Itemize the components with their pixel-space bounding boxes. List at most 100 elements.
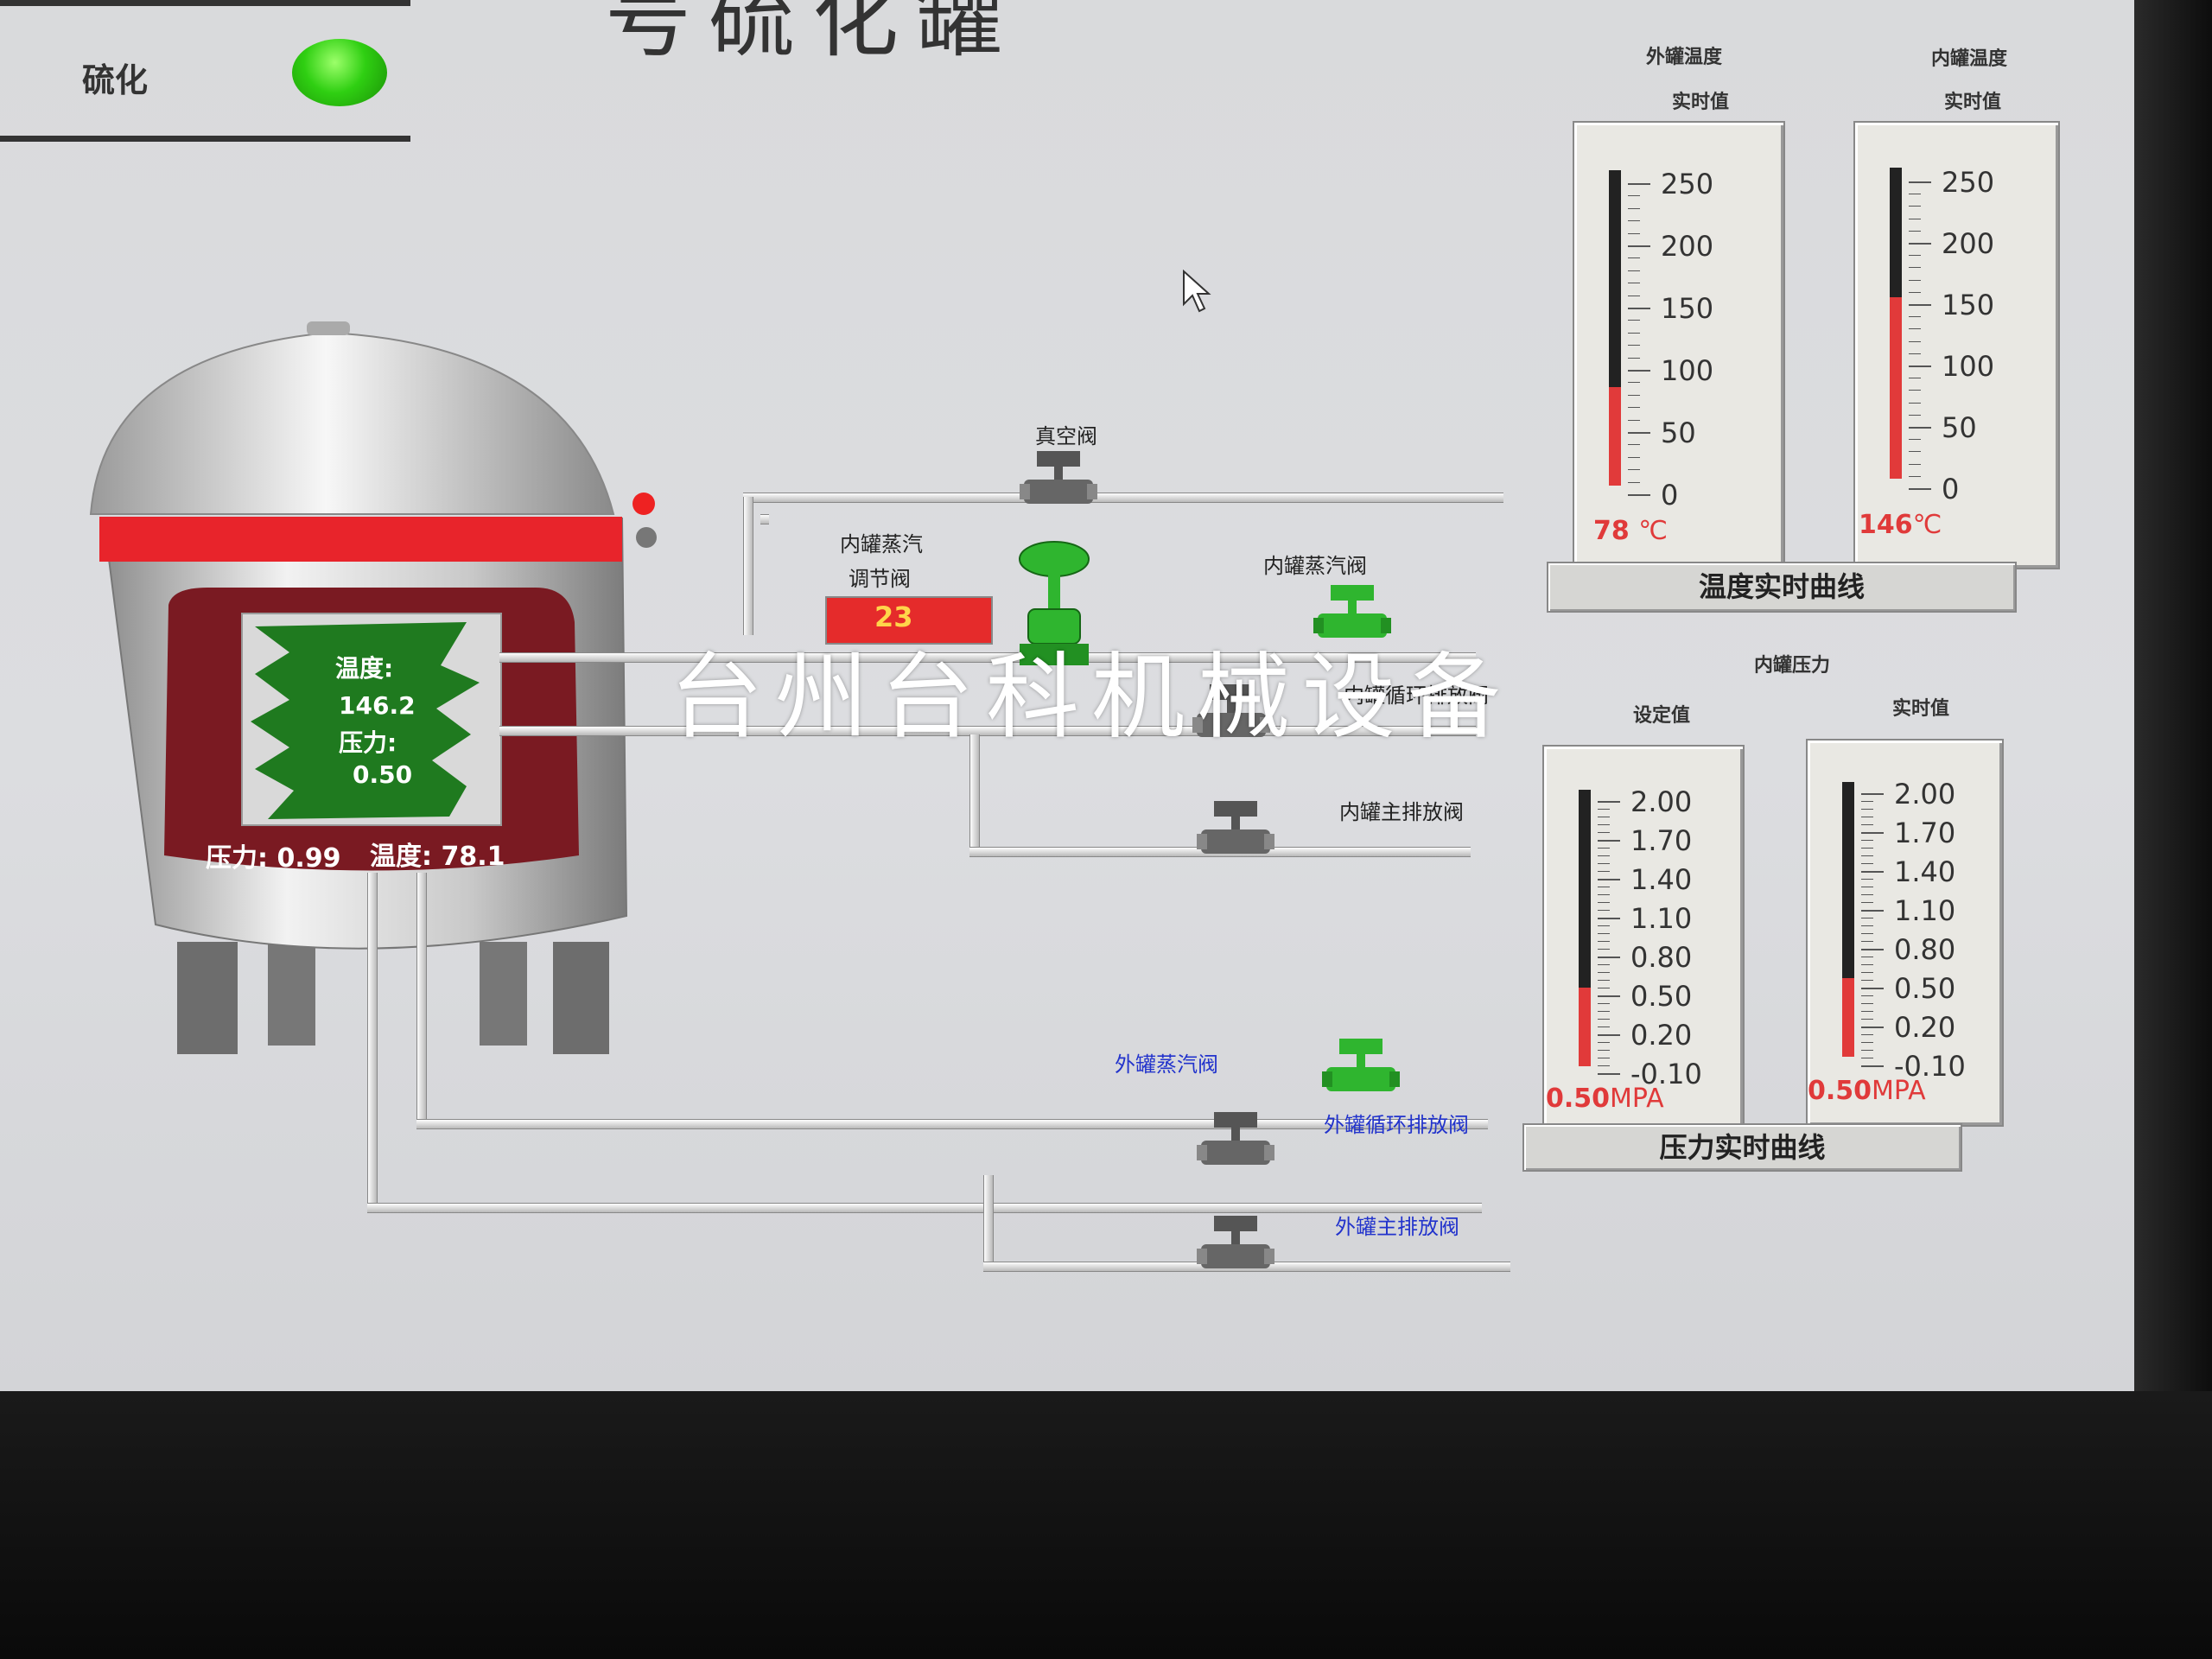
gauge-tick-label: -0.10 xyxy=(1894,1050,1966,1083)
inner-steam-regulator-label-2: 调节阀 xyxy=(849,567,911,591)
gauge-minor-tick xyxy=(1861,809,1873,810)
gauge-tick-line xyxy=(1861,1065,1884,1067)
gauge-minor-tick xyxy=(1598,925,1610,926)
inner-temp-subhead: 实时值 xyxy=(1944,92,2002,113)
gauge-tick-label: 1.70 xyxy=(1894,817,1956,849)
gauge-minor-tick xyxy=(1598,902,1610,903)
gauge-minor-tick xyxy=(1861,995,1873,996)
outer-temp-head: 外罐温度 xyxy=(1646,47,1723,68)
outer-main-drain-label: 外罐主排放阀 xyxy=(1335,1215,1459,1239)
gauge-tick-line xyxy=(1861,910,1884,912)
gauge-tick-label: 200 xyxy=(1661,230,1714,263)
gauge-tick-label: 2.00 xyxy=(1894,778,1956,810)
gauge-minor-tick xyxy=(1628,481,1640,483)
inner-temp-value: 146℃ xyxy=(1859,510,1942,540)
status-panel: 硫化 xyxy=(0,0,410,142)
gauge-minor-tick xyxy=(1628,320,1640,321)
gauge-minor-tick xyxy=(1909,414,1921,416)
vacuum-valve-icon[interactable] xyxy=(1020,449,1097,514)
gauge-minor-tick xyxy=(1598,863,1610,864)
gauge-minor-tick xyxy=(1598,855,1610,856)
gauge-minor-tick xyxy=(1598,832,1610,833)
pressure-trend-button[interactable]: 压力实时曲线 xyxy=(1522,1123,1962,1172)
gauge-tick-label: 0.20 xyxy=(1630,1019,1693,1052)
outer-steam-valve-icon[interactable] xyxy=(1322,1037,1400,1102)
gauge-tick-line xyxy=(1909,243,1931,245)
inner-temp-label: 温度: xyxy=(335,654,394,683)
outer-drop-pipe-1 xyxy=(416,873,427,1123)
inner-pressure-label: 压力: xyxy=(339,728,397,757)
gauge-minor-tick xyxy=(1861,824,1873,825)
gauge-tick-label: 1.40 xyxy=(1630,863,1693,896)
gauge-tick-line xyxy=(1909,427,1931,429)
gauge-minor-tick xyxy=(1598,894,1610,895)
gauge-minor-tick xyxy=(1861,855,1873,856)
gauge-tick-line xyxy=(1598,995,1620,997)
gauge-minor-tick xyxy=(1598,980,1610,981)
gauge-tick-label: 250 xyxy=(1661,168,1714,200)
gauge-minor-tick xyxy=(1628,357,1640,359)
inner-main-drain-valve-icon[interactable] xyxy=(1197,799,1274,864)
gauge-minor-tick xyxy=(1861,894,1873,895)
gauge-minor-tick xyxy=(1909,291,1921,293)
pressure-set-fill xyxy=(1579,987,1591,1066)
pressure-real-fill xyxy=(1842,978,1854,1057)
temp-trend-button[interactable]: 温度实时曲线 xyxy=(1547,562,2017,613)
gauge-minor-tick xyxy=(1861,964,1873,965)
gauge-minor-tick xyxy=(1598,941,1610,942)
gauge-tick-label: 100 xyxy=(1942,350,1995,383)
gauge-minor-tick xyxy=(1628,394,1640,396)
outer-temp-readout: 温度: 78.1 xyxy=(370,842,505,872)
gauge-tick-label: 2.00 xyxy=(1630,785,1693,818)
outer-temp-value: 78 ℃ xyxy=(1593,516,1668,546)
gauge-minor-tick xyxy=(1598,824,1610,825)
gauge-minor-tick xyxy=(1628,220,1640,222)
gauge-tick-label: 1.40 xyxy=(1894,855,1956,888)
gauge-minor-tick xyxy=(1628,469,1640,471)
gauge-tick-line xyxy=(1909,181,1931,183)
gauge-tick-line xyxy=(1598,1073,1620,1075)
gauge-tick-label: 150 xyxy=(1942,289,1995,321)
inner-steam-regulator-label-1: 内罐蒸汽 xyxy=(840,532,923,556)
gauge-minor-tick xyxy=(1861,941,1873,942)
outer-main-drain-valve-icon[interactable] xyxy=(1197,1214,1274,1279)
inner-temp-fill xyxy=(1890,296,1902,479)
inner-steam-valve-label: 内罐蒸汽阀 xyxy=(1263,554,1367,578)
gauge-tick-label: 0 xyxy=(1661,479,1679,512)
gauge-minor-tick xyxy=(1909,353,1921,354)
gauge-minor-tick xyxy=(1861,879,1873,880)
gauge-tick-line xyxy=(1598,918,1620,919)
gauge-minor-tick xyxy=(1598,1019,1610,1020)
gauge-minor-tick xyxy=(1628,456,1640,458)
outer-circulation-drain-valve-icon[interactable] xyxy=(1197,1110,1274,1175)
gauge-minor-tick xyxy=(1909,439,1921,441)
gauge-minor-tick xyxy=(1909,279,1921,281)
gauge-minor-tick xyxy=(1861,1034,1873,1035)
mouse-cursor-icon xyxy=(1183,270,1211,313)
vacuum-pipe xyxy=(743,493,1503,503)
gauge-minor-tick xyxy=(1861,1042,1873,1043)
gauge-minor-tick xyxy=(1598,933,1610,934)
gauge-minor-tick xyxy=(1861,801,1873,802)
gauge-tick-label: 0.80 xyxy=(1630,941,1693,974)
gauge-minor-tick xyxy=(1628,345,1640,346)
hmi-screen: 号硫化罐 硫化 温度: 146.2 压力: 0.50 压力: 0.99 温度: … xyxy=(0,0,2212,1391)
gauge-tick-label: 0.50 xyxy=(1630,980,1693,1013)
gauge-minor-tick xyxy=(1628,207,1640,209)
vacuum-valve-label: 真空阀 xyxy=(1035,424,1097,448)
gauge-tick-label: 1.10 xyxy=(1630,902,1693,935)
pressure-real-gauge: 0.50MPA 2.00 1.70 1.40 1.10 0.80 0.50 0.20 -0.1… xyxy=(1806,739,2004,1127)
watermark-text: 台州台科机械设备 xyxy=(670,644,1514,752)
pressure-set-tube xyxy=(1579,790,1591,1066)
gauge-minor-tick xyxy=(1628,257,1640,259)
outer-pressure-readout: 压力: 0.99 xyxy=(206,843,341,874)
gauge-minor-tick xyxy=(1861,1019,1873,1020)
gauge-minor-tick xyxy=(1909,267,1921,269)
gauge-minor-tick xyxy=(1861,902,1873,903)
gauge-minor-tick xyxy=(1909,402,1921,404)
status-label: 硫化 xyxy=(82,61,149,99)
gauge-minor-tick xyxy=(1861,933,1873,934)
gauge-minor-tick xyxy=(1909,316,1921,318)
gauge-minor-tick xyxy=(1909,475,1921,477)
gauge-tick-label: 150 xyxy=(1661,292,1714,325)
